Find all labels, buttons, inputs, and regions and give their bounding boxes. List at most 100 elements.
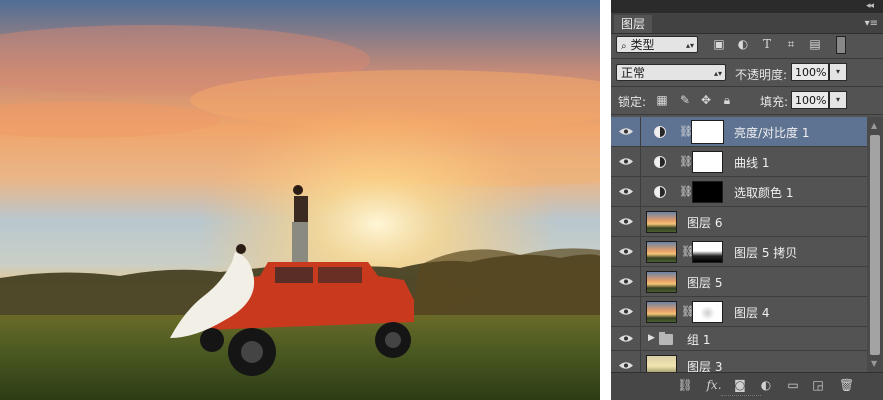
- separator: [611, 114, 883, 115]
- smart-object-filter-icon[interactable]: ▤: [808, 38, 822, 51]
- blend-mode-select[interactable]: 正常 ▴▾: [616, 64, 726, 81]
- divider: [600, 0, 611, 400]
- new-layer-icon[interactable]: ◲: [811, 378, 825, 392]
- panel-menu-icon[interactable]: ▾≡: [865, 18, 878, 29]
- expand-triangle-icon[interactable]: ▶: [648, 333, 655, 343]
- chain-link-icon[interactable]: ⛓︎: [679, 125, 693, 138]
- layer-row[interactable]: ⛓︎ 亮度/对比度 1: [611, 117, 867, 147]
- eye-icon: [619, 308, 633, 315]
- layer-thumbnail: [646, 241, 677, 263]
- eye-icon: [619, 128, 633, 135]
- adjustment-layer-icon[interactable]: ◐: [759, 378, 773, 392]
- type-filter-icon[interactable]: T: [760, 38, 774, 51]
- layer-row[interactable]: 图层 6: [611, 207, 867, 237]
- lock-all-icon[interactable]: 🔒︎: [720, 94, 734, 107]
- panel-tab-row: 图层 ▾≡: [611, 13, 883, 34]
- layer-mask-thumbnail[interactable]: [692, 181, 723, 203]
- chain-link-icon[interactable]: ⛓︎: [679, 155, 693, 168]
- visibility-toggle[interactable]: [611, 177, 641, 206]
- eye-icon: [619, 335, 633, 342]
- chain-link-icon[interactable]: ⛓︎: [681, 305, 695, 318]
- trash-icon[interactable]: 🗑︎: [839, 378, 854, 392]
- layer-thumbnail: [646, 211, 677, 233]
- layer-row[interactable]: ⛓︎ 图层 4: [611, 297, 867, 327]
- layer-group-row[interactable]: ▶ 组 1: [611, 327, 867, 351]
- visibility-toggle[interactable]: [611, 267, 641, 296]
- layer-name: 选取颜色 1: [734, 186, 794, 200]
- wedding-photo-canvas: [0, 0, 600, 400]
- pixel-filter-icon[interactable]: ▣: [712, 38, 726, 51]
- layer-thumbnail: [646, 355, 677, 372]
- eye-icon: [619, 278, 633, 285]
- search-icon: ⌕: [621, 41, 627, 52]
- visibility-toggle[interactable]: [611, 351, 641, 372]
- visibility-toggle[interactable]: [611, 327, 641, 350]
- eye-icon: [619, 218, 633, 225]
- layer-row[interactable]: ⛓︎ 图层 5 拷贝: [611, 237, 867, 267]
- layer-thumbnail: [646, 301, 677, 323]
- opacity-input[interactable]: 100%: [791, 63, 829, 81]
- new-group-icon[interactable]: ▭: [785, 378, 801, 392]
- tab-layers[interactable]: 图层: [614, 15, 653, 33]
- add-mask-icon[interactable]: ◙: [733, 378, 747, 392]
- fill-dropdown-button[interactable]: ▾: [829, 91, 847, 109]
- panel-title-strip: ◂◂: [611, 0, 883, 13]
- adjustment-layer-icon: [654, 156, 666, 168]
- fx-icon[interactable]: fx.: [705, 378, 723, 392]
- collapse-icon[interactable]: ◂◂: [866, 1, 874, 11]
- chevron-updown-icon: ▴▾: [713, 69, 722, 78]
- chain-link-icon[interactable]: ⛓︎: [681, 245, 695, 258]
- layer-name: 亮度/对比度 1: [734, 126, 810, 140]
- layers-scrollbar[interactable]: ▲ ▼: [867, 117, 883, 372]
- layer-row[interactable]: 图层 3: [611, 351, 867, 372]
- visibility-toggle[interactable]: [611, 297, 641, 326]
- layer-mask-thumbnail[interactable]: [691, 120, 724, 144]
- adjustment-layer-icon: [654, 186, 666, 198]
- layer-name: 组 1: [687, 333, 711, 347]
- separator: [611, 86, 883, 87]
- close-icon[interactable]: [874, 0, 883, 13]
- adjustment-filter-icon[interactable]: ◐: [736, 38, 750, 51]
- chain-link-icon[interactable]: ⛓︎: [679, 185, 693, 198]
- folder-icon: [659, 332, 673, 345]
- scroll-down-icon[interactable]: ▼: [871, 359, 877, 368]
- shape-filter-icon[interactable]: ⌗: [784, 38, 798, 51]
- lock-transparent-icon[interactable]: ▦: [655, 94, 669, 107]
- layer-name: 图层 3: [687, 360, 723, 372]
- eye-icon: [619, 248, 633, 255]
- layer-mask-thumbnail[interactable]: [692, 301, 723, 323]
- layer-row[interactable]: 图层 5: [611, 267, 867, 297]
- blend-mode-label: 正常: [621, 66, 646, 80]
- visibility-toggle[interactable]: [611, 147, 641, 176]
- lock-position-icon[interactable]: ✥: [699, 94, 713, 107]
- layer-mask-thumbnail[interactable]: [692, 151, 723, 173]
- visibility-toggle[interactable]: [611, 207, 641, 236]
- layer-name: 图层 4: [734, 306, 770, 320]
- adjustment-layer-icon: [654, 126, 666, 138]
- eye-icon: [619, 188, 633, 195]
- lock-paint-icon[interactable]: ✎: [678, 94, 692, 107]
- opacity-dropdown-button[interactable]: ▾: [829, 63, 847, 81]
- lock-label: 锁定:: [618, 95, 647, 109]
- link-layers-icon[interactable]: ⛓︎: [677, 378, 693, 392]
- opacity-label: 不透明度:: [735, 68, 788, 82]
- layer-name: 图层 5: [687, 276, 723, 290]
- layers-panel: ◂◂ 图层 ▾≡ ⌕ 类型 ▴▾ ▣ ◐ T ⌗ ▤ 正常 ▴▾ 不透明度: 1…: [611, 0, 883, 400]
- visibility-toggle[interactable]: [611, 237, 641, 266]
- fill-input[interactable]: 100%: [791, 91, 829, 109]
- layer-row[interactable]: ⛓︎ 曲线 1: [611, 147, 867, 177]
- layers-bottom-toolbar: ⛓︎ fx. ◙ ◐ ▭ ◲ 🗑︎: [611, 372, 883, 400]
- scrollbar-thumb[interactable]: [870, 135, 880, 355]
- resize-grip[interactable]: [721, 395, 761, 398]
- fill-label: 填充:: [760, 95, 789, 109]
- visibility-toggle[interactable]: [611, 117, 641, 146]
- layer-name: 图层 6: [687, 216, 723, 230]
- eye-icon: [619, 158, 633, 165]
- layer-row[interactable]: ⛓︎ 选取颜色 1: [611, 177, 867, 207]
- scroll-up-icon[interactable]: ▲: [871, 121, 877, 130]
- filter-toggle-icon[interactable]: [836, 36, 846, 54]
- layer-mask-thumbnail[interactable]: [692, 241, 723, 263]
- filter-kind-select[interactable]: ⌕ 类型 ▴▾: [616, 36, 698, 53]
- eye-icon: [619, 362, 633, 369]
- layer-name: 曲线 1: [734, 156, 770, 170]
